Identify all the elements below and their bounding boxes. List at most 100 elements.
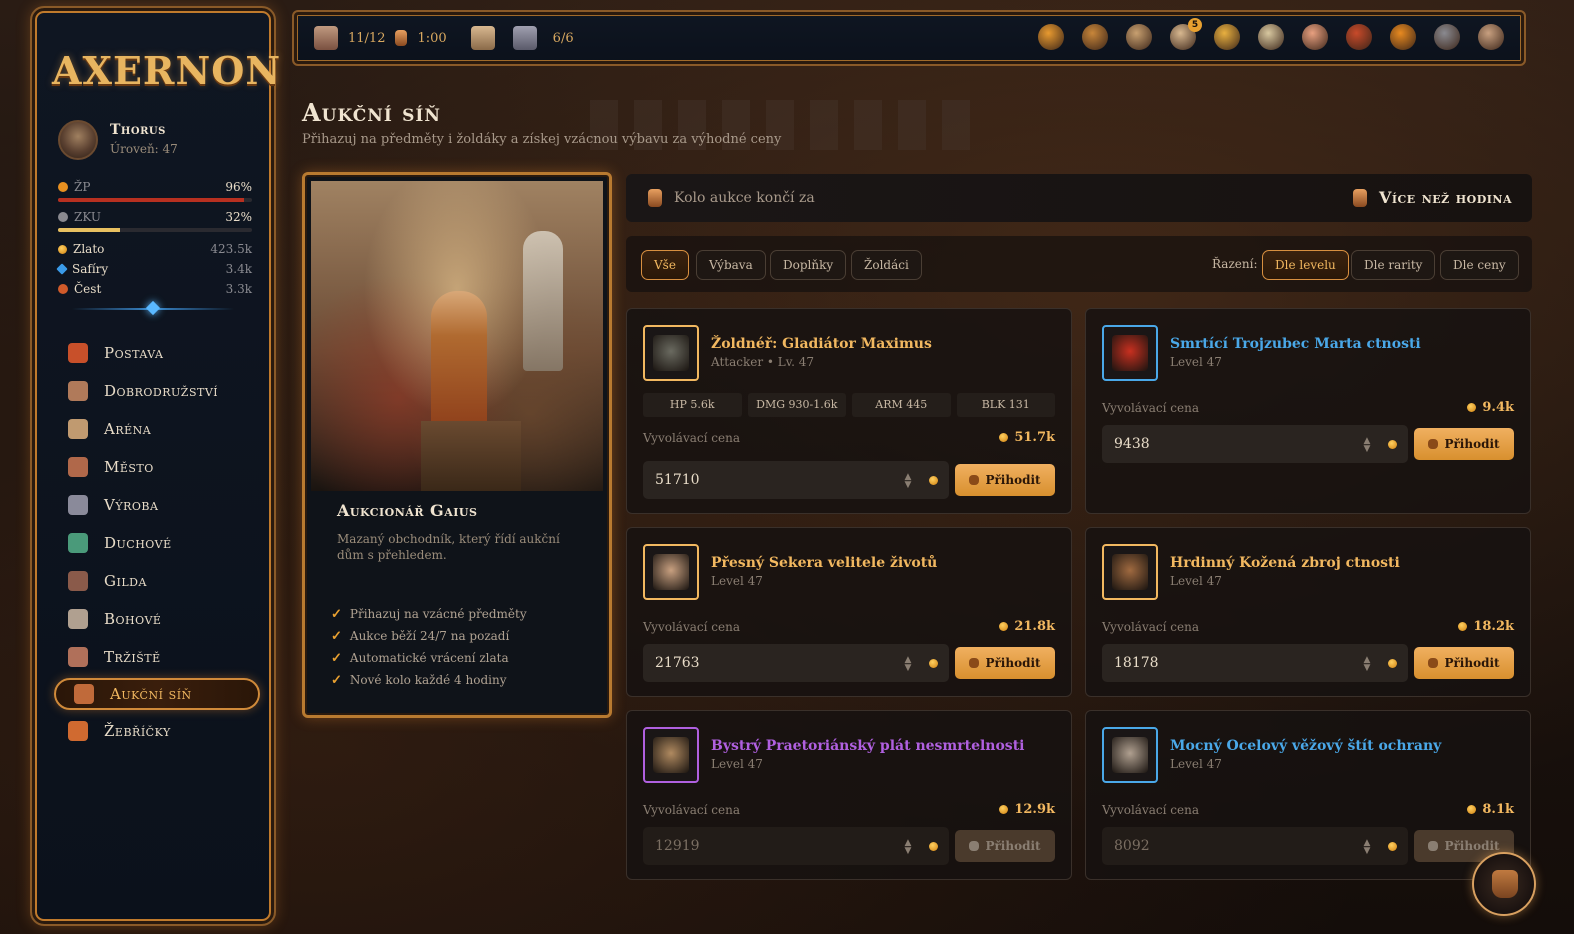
sort-by-rarity[interactable]: Dle rarity (1351, 250, 1436, 280)
bid-stepper[interactable]: ▲ ▼ (903, 839, 913, 856)
inventory-bag-button[interactable] (1472, 852, 1536, 916)
auction-timer: Kolo aukce končí za Více než hodina (626, 174, 1532, 222)
hp-bar-fill (58, 198, 245, 202)
starting-price: 8.1k (1467, 802, 1514, 817)
filter-accessories[interactable]: Doplňky (770, 250, 847, 280)
stat-chip: DMG 930-1.6k (747, 393, 846, 417)
item-icon (1112, 737, 1148, 773)
gold-coin-icon (1388, 440, 1397, 449)
scroll-icon[interactable]: 5 (1170, 18, 1202, 50)
sidebar-item-7[interactable]: Gilda (60, 562, 254, 600)
sidebar-item-2[interactable]: Dobrodružství (60, 372, 254, 410)
sidebar-item-4[interactable]: Město (60, 448, 254, 486)
hourglass-icon (1352, 188, 1367, 207)
sort-by-price[interactable]: Dle ceny (1440, 250, 1519, 280)
bid-stepper[interactable]: ▲ ▼ (903, 656, 913, 673)
item-thumbnail[interactable] (1102, 727, 1158, 783)
energy-value: 11/12 (348, 30, 386, 46)
bid-stepper[interactable]: ▲ ▼ (1362, 839, 1372, 856)
xp-value: 32% (225, 210, 252, 224)
sidebar-item-6[interactable]: Duchové (60, 524, 254, 562)
item-thumbnail[interactable] (643, 544, 699, 600)
letter-icon[interactable] (1302, 24, 1328, 50)
filter-equipment[interactable]: Výbava (696, 250, 766, 280)
sidebar-item-label: Duchové (104, 534, 172, 552)
bid-button[interactable]: Přihodit (955, 830, 1055, 862)
item-thumbnail[interactable] (643, 325, 699, 381)
sidebar-item-8[interactable]: Bohové (60, 600, 254, 638)
item-title[interactable]: Hrdinný Kožená zbroj ctnosti (1170, 555, 1400, 571)
item-subtitle: Level 47 (711, 574, 763, 588)
sidebar-item-5[interactable]: Výroba (60, 486, 254, 524)
sidebar-item-11[interactable]: Žebříčky (60, 712, 254, 750)
bid-button-label: Přihodit (985, 473, 1041, 487)
item-icon (653, 335, 689, 371)
sidebar-item-9[interactable]: Tržiště (60, 638, 254, 676)
sort-by-level[interactable]: Dle levelu (1262, 250, 1349, 280)
item-thumbnail[interactable] (1102, 325, 1158, 381)
compass-icon[interactable] (1082, 24, 1108, 50)
feature-text: Přihazuj na vzácné předměty (349, 607, 527, 621)
item-title[interactable]: Bystrý Praetoriánský plát nesmrtelnosti (711, 738, 1024, 754)
bid-stepper[interactable]: ▲ ▼ (1362, 656, 1372, 673)
auctioneer-card: Aukcionář Gaius Mazaný obchodník, který … (302, 172, 612, 718)
item-subtitle: Level 47 (1170, 574, 1222, 588)
crown-icon[interactable] (1038, 24, 1064, 50)
sapphires-row: Safíry 3.4k (56, 262, 252, 276)
hammer-icon (68, 495, 88, 515)
towers-value: 6/6 (552, 30, 574, 46)
filter-mercenaries[interactable]: Žoldáci (851, 250, 922, 280)
main-nav: Postava Dobrodružství Aréna Město Výroba Duch… (54, 334, 260, 750)
item-thumbnail[interactable] (1102, 544, 1158, 600)
toolbar-icons: 5 (1038, 18, 1504, 50)
scrolls-icon[interactable] (1258, 24, 1284, 50)
timer-value: 1:00 (417, 30, 447, 46)
settings-icon[interactable] (1434, 24, 1460, 50)
xp-icon (58, 212, 68, 222)
notification-badge: 5 (1188, 18, 1202, 32)
item-thumbnail[interactable] (643, 727, 699, 783)
trophy-icon[interactable] (1214, 24, 1240, 50)
auction-icon (74, 684, 94, 704)
bid-button-label: Přihodit (1444, 839, 1500, 853)
gold-coin-icon (1388, 842, 1397, 851)
bid-button[interactable]: Přihodit (1414, 647, 1514, 679)
feature-text: Automatické vrácení zlata (349, 651, 509, 665)
item-title[interactable]: Žoldnéř: Gladiátor Maximus (711, 336, 932, 352)
player-card[interactable]: Thorus Úroveň: 47 (58, 120, 254, 170)
avatar[interactable] (58, 120, 98, 160)
map-icon[interactable] (1126, 24, 1152, 50)
help-icon[interactable] (1390, 24, 1416, 50)
arena-icon (68, 419, 88, 439)
hp-value: 96% (225, 180, 252, 194)
gold-coin-icon (1467, 805, 1477, 814)
bid-button[interactable]: Přihodit (955, 647, 1055, 679)
feature-text: Nové kolo každé 4 hodiny (349, 673, 507, 687)
auctioneer-features: ✓ Přihazuj na vzácné předměty ✓ Aukce běží … (331, 603, 527, 691)
shield-badge-icon[interactable] (1346, 24, 1372, 50)
bid-button[interactable]: Přihodit (1414, 428, 1514, 460)
arena-icon[interactable] (470, 26, 495, 50)
filter-all[interactable]: Vše (641, 250, 689, 280)
item-title[interactable]: Přesný Sekera velitele životů (711, 555, 937, 571)
price-value: 9.4k (1482, 400, 1514, 415)
sidebar-item-3[interactable]: Aréna (60, 410, 254, 448)
game-logo[interactable]: AXERNON (52, 48, 280, 93)
city-icon (68, 457, 88, 477)
tower-icon[interactable] (512, 26, 537, 50)
market-icon (68, 647, 88, 667)
sidebar-item-label: Dobrodružství (104, 382, 219, 400)
bid-stepper[interactable]: ▲ ▼ (903, 473, 913, 490)
item-subtitle: Level 47 (1170, 757, 1222, 771)
item-title[interactable]: Mocný Ocelový věžový štít ochrany (1170, 738, 1441, 754)
auctioneer-description: Mazaný obchodník, který řídí aukční dům … (337, 532, 560, 562)
bid-button[interactable]: Přihodit (955, 464, 1055, 496)
item-subtitle: Attacker • Lv. 47 (711, 355, 815, 369)
bid-stepper[interactable]: ▲ ▼ (1362, 437, 1372, 454)
item-title[interactable]: Smrtící Trojzubec Marta ctnosti (1170, 336, 1421, 352)
sidebar-divider (72, 308, 234, 310)
sidebar-item-1[interactable]: Postava (60, 334, 254, 372)
sapphires-value: 3.4k (225, 262, 252, 276)
sidebar-item-10[interactable]: Aukční síň (54, 678, 260, 710)
temple-icon[interactable] (1478, 24, 1504, 50)
